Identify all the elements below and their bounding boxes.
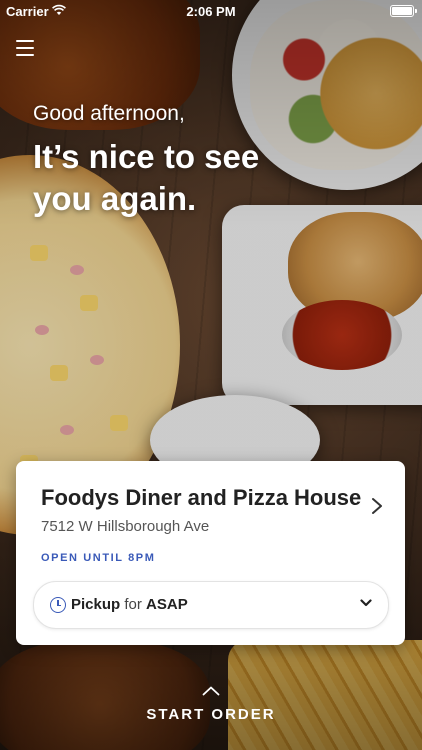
open-hours-status: OPEN UNTIL 8PM xyxy=(41,552,156,564)
order-mode-text: Pickup for ASAP xyxy=(71,596,188,613)
start-order-button[interactable]: START ORDER xyxy=(0,686,422,723)
chevron-up-icon xyxy=(202,686,220,696)
restaurant-card[interactable]: Foodys Diner and Pizza House 7512 W Hill… xyxy=(16,461,405,645)
greeting-text: Good afternoon, xyxy=(33,102,185,125)
clock-time: 2:06 PM xyxy=(186,4,236,19)
order-mode: Pickup xyxy=(71,596,121,613)
order-mode-selector[interactable]: Pickup for ASAP xyxy=(33,581,389,629)
order-time: ASAP xyxy=(146,596,188,613)
restaurant-address: 7512 W Hillsborough Ave xyxy=(41,518,210,535)
clock-icon xyxy=(50,597,66,613)
hamburger-menu-icon[interactable] xyxy=(16,40,34,56)
chevron-right-icon[interactable] xyxy=(371,497,383,515)
chevron-down-icon[interactable] xyxy=(360,598,372,608)
status-bar: Carrier 2:06 PM xyxy=(0,0,422,22)
restaurant-name: Foodys Diner and Pizza House xyxy=(41,485,362,510)
order-mode-connector: for xyxy=(124,596,142,613)
welcome-headline: It’s nice to see you again. xyxy=(33,138,260,217)
start-order-label: START ORDER xyxy=(146,706,276,723)
battery-icon xyxy=(390,5,417,17)
